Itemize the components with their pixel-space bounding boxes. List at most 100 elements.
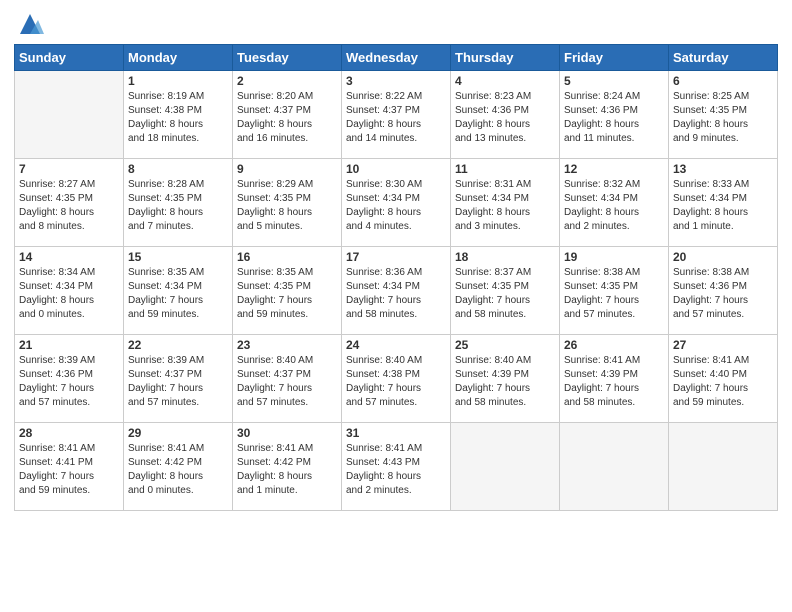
day-info: Sunrise: 8:22 AMSunset: 4:37 PMDaylight:… <box>346 90 446 146</box>
day-number: 10 <box>346 162 446 176</box>
calendar-cell: 10 Sunrise: 8:30 AMSunset: 4:34 PMDayligh… <box>342 159 451 247</box>
weekday-header-monday: Monday <box>124 45 233 71</box>
day-info: Sunrise: 8:28 AMSunset: 4:35 PMDaylight:… <box>128 178 228 234</box>
day-info: Sunrise: 8:38 AMSunset: 4:36 PMDaylight:… <box>673 266 773 322</box>
page-container: SundayMondayTuesdayWednesdayThursdayFrid… <box>0 0 792 612</box>
day-number: 24 <box>346 338 446 352</box>
calendar-cell: 24 Sunrise: 8:40 AMSunset: 4:38 PMDayligh… <box>342 335 451 423</box>
calendar-cell: 1 Sunrise: 8:19 AMSunset: 4:38 PMDaylight… <box>124 71 233 159</box>
calendar-cell: 20 Sunrise: 8:38 AMSunset: 4:36 PMDayligh… <box>669 247 778 335</box>
day-info: Sunrise: 8:40 AMSunset: 4:37 PMDaylight:… <box>237 354 337 410</box>
calendar-cell: 16 Sunrise: 8:35 AMSunset: 4:35 PMDayligh… <box>233 247 342 335</box>
calendar-cell: 30Sunrise: 8:41 AMSunset: 4:42 PMDayligh… <box>233 423 342 511</box>
day-info: Sunrise: 8:20 AMSunset: 4:37 PMDaylight:… <box>237 90 337 146</box>
day-number: 6 <box>673 74 773 88</box>
day-number: 22 <box>128 338 228 352</box>
day-info: Sunrise: 8:24 AMSunset: 4:36 PMDaylight:… <box>564 90 664 146</box>
day-number: 1 <box>128 74 228 88</box>
calendar-cell: 12Sunrise: 8:32 AMSunset: 4:34 PMDayligh… <box>560 159 669 247</box>
day-info: Sunrise: 8:25 AMSunset: 4:35 PMDaylight:… <box>673 90 773 146</box>
day-number: 19 <box>564 250 664 264</box>
day-number: 2 <box>237 74 337 88</box>
logo <box>14 10 44 38</box>
calendar-cell: 3 Sunrise: 8:22 AMSunset: 4:37 PMDaylight… <box>342 71 451 159</box>
calendar-cell: 21 Sunrise: 8:39 AMSunset: 4:36 PMDayligh… <box>15 335 124 423</box>
calendar-cell: 31Sunrise: 8:41 AMSunset: 4:43 PMDayligh… <box>342 423 451 511</box>
day-info: Sunrise: 8:40 AMSunset: 4:38 PMDaylight:… <box>346 354 446 410</box>
calendar-cell: 15Sunrise: 8:35 AMSunset: 4:34 PMDayligh… <box>124 247 233 335</box>
day-number: 7 <box>19 162 119 176</box>
day-number: 27 <box>673 338 773 352</box>
day-number: 4 <box>455 74 555 88</box>
weekday-header-row: SundayMondayTuesdayWednesdayThursdayFrid… <box>15 45 778 71</box>
day-info: Sunrise: 8:37 AMSunset: 4:35 PMDaylight:… <box>455 266 555 322</box>
calendar-cell: 4 Sunrise: 8:23 AMSunset: 4:36 PMDaylight… <box>451 71 560 159</box>
day-info: Sunrise: 8:39 AMSunset: 4:36 PMDaylight:… <box>19 354 119 410</box>
calendar-cell <box>451 423 560 511</box>
weekday-header-friday: Friday <box>560 45 669 71</box>
calendar-table: SundayMondayTuesdayWednesdayThursdayFrid… <box>14 44 778 511</box>
day-number: 21 <box>19 338 119 352</box>
day-number: 17 <box>346 250 446 264</box>
calendar-cell <box>669 423 778 511</box>
day-info: Sunrise: 8:19 AMSunset: 4:38 PMDaylight:… <box>128 90 228 146</box>
day-number: 15 <box>128 250 228 264</box>
weekday-header-saturday: Saturday <box>669 45 778 71</box>
weekday-header-sunday: Sunday <box>15 45 124 71</box>
calendar-cell: 13Sunrise: 8:33 AMSunset: 4:34 PMDayligh… <box>669 159 778 247</box>
calendar-cell: 5 Sunrise: 8:24 AMSunset: 4:36 PMDaylight… <box>560 71 669 159</box>
day-info: Sunrise: 8:30 AMSunset: 4:34 PMDaylight:… <box>346 178 446 234</box>
calendar-cell: 28Sunrise: 8:41 AMSunset: 4:41 PMDayligh… <box>15 423 124 511</box>
day-number: 3 <box>346 74 446 88</box>
day-info: Sunrise: 8:31 AMSunset: 4:34 PMDaylight:… <box>455 178 555 234</box>
day-number: 29 <box>128 426 228 440</box>
weekday-header-wednesday: Wednesday <box>342 45 451 71</box>
calendar-cell <box>15 71 124 159</box>
calendar-cell: 25Sunrise: 8:40 AMSunset: 4:39 PMDayligh… <box>451 335 560 423</box>
day-info: Sunrise: 8:36 AMSunset: 4:34 PMDaylight:… <box>346 266 446 322</box>
calendar-cell <box>560 423 669 511</box>
calendar-cell: 19 Sunrise: 8:38 AMSunset: 4:35 PMDayligh… <box>560 247 669 335</box>
day-number: 8 <box>128 162 228 176</box>
day-number: 13 <box>673 162 773 176</box>
calendar-cell: 29 Sunrise: 8:41 AMSunset: 4:42 PMDayligh… <box>124 423 233 511</box>
header <box>14 10 778 38</box>
week-row-4: 28Sunrise: 8:41 AMSunset: 4:41 PMDayligh… <box>15 423 778 511</box>
day-info: Sunrise: 8:29 AMSunset: 4:35 PMDaylight:… <box>237 178 337 234</box>
day-info: Sunrise: 8:41 AMSunset: 4:40 PMDaylight:… <box>673 354 773 410</box>
day-number: 26 <box>564 338 664 352</box>
calendar-cell: 17 Sunrise: 8:36 AMSunset: 4:34 PMDayligh… <box>342 247 451 335</box>
week-row-0: 1 Sunrise: 8:19 AMSunset: 4:38 PMDaylight… <box>15 71 778 159</box>
day-info: Sunrise: 8:41 AMSunset: 4:39 PMDaylight:… <box>564 354 664 410</box>
week-row-3: 21 Sunrise: 8:39 AMSunset: 4:36 PMDayligh… <box>15 335 778 423</box>
day-info: Sunrise: 8:27 AMSunset: 4:35 PMDaylight:… <box>19 178 119 234</box>
day-number: 5 <box>564 74 664 88</box>
calendar-cell: 8 Sunrise: 8:28 AMSunset: 4:35 PMDaylight… <box>124 159 233 247</box>
day-info: Sunrise: 8:23 AMSunset: 4:36 PMDaylight:… <box>455 90 555 146</box>
day-number: 12 <box>564 162 664 176</box>
day-number: 11 <box>455 162 555 176</box>
calendar-cell: 2 Sunrise: 8:20 AMSunset: 4:37 PMDaylight… <box>233 71 342 159</box>
calendar-cell: 9 Sunrise: 8:29 AMSunset: 4:35 PMDaylight… <box>233 159 342 247</box>
calendar-cell: 18 Sunrise: 8:37 AMSunset: 4:35 PMDayligh… <box>451 247 560 335</box>
day-number: 14 <box>19 250 119 264</box>
day-number: 9 <box>237 162 337 176</box>
day-info: Sunrise: 8:39 AMSunset: 4:37 PMDaylight:… <box>128 354 228 410</box>
day-number: 18 <box>455 250 555 264</box>
day-info: Sunrise: 8:38 AMSunset: 4:35 PMDaylight:… <box>564 266 664 322</box>
day-info: Sunrise: 8:41 AMSunset: 4:42 PMDaylight:… <box>237 442 337 498</box>
day-info: Sunrise: 8:41 AMSunset: 4:43 PMDaylight:… <box>346 442 446 498</box>
logo-icon <box>16 10 44 38</box>
day-info: Sunrise: 8:40 AMSunset: 4:39 PMDaylight:… <box>455 354 555 410</box>
calendar-cell: 7 Sunrise: 8:27 AMSunset: 4:35 PMDaylight… <box>15 159 124 247</box>
day-info: Sunrise: 8:35 AMSunset: 4:35 PMDaylight:… <box>237 266 337 322</box>
calendar-cell: 23Sunrise: 8:40 AMSunset: 4:37 PMDayligh… <box>233 335 342 423</box>
calendar-cell: 22 Sunrise: 8:39 AMSunset: 4:37 PMDayligh… <box>124 335 233 423</box>
day-number: 28 <box>19 426 119 440</box>
day-info: Sunrise: 8:41 AMSunset: 4:42 PMDaylight:… <box>128 442 228 498</box>
day-number: 20 <box>673 250 773 264</box>
day-number: 16 <box>237 250 337 264</box>
day-info: Sunrise: 8:34 AMSunset: 4:34 PMDaylight:… <box>19 266 119 322</box>
calendar-cell: 27 Sunrise: 8:41 AMSunset: 4:40 PMDayligh… <box>669 335 778 423</box>
calendar-cell: 6 Sunrise: 8:25 AMSunset: 4:35 PMDaylight… <box>669 71 778 159</box>
